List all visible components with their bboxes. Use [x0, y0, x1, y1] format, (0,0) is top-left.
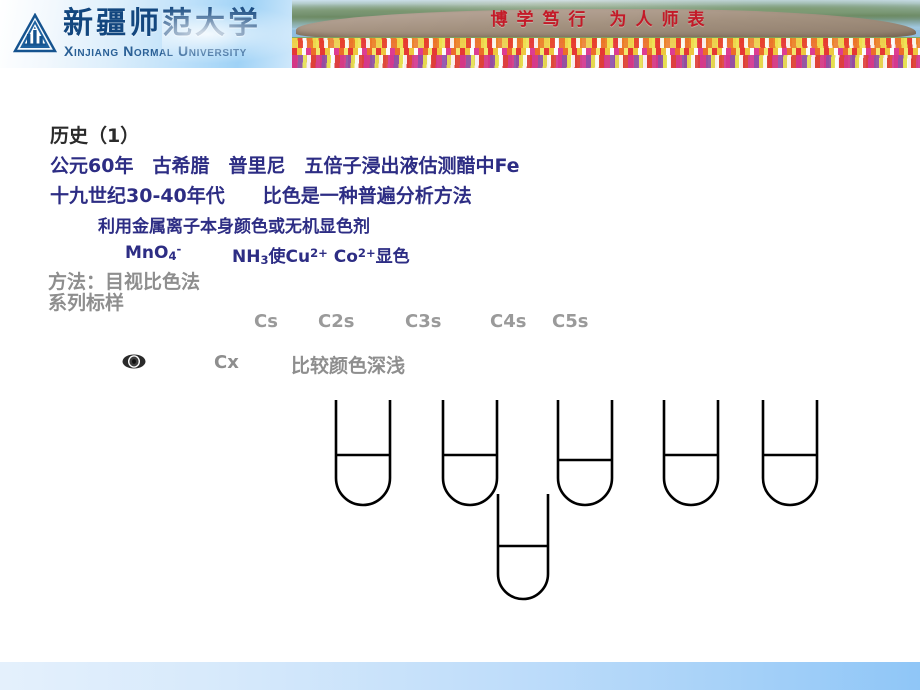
formula-suffix-text: 显色: [375, 247, 410, 267]
university-name-english: Xinjiang Normal University: [64, 43, 247, 59]
formula-nh3-sub: 3: [260, 253, 269, 268]
formula-co-prefix: Co: [327, 247, 358, 267]
slide-header-banner: 新疆师范大学 Xinjiang Normal University 博学笃行 为…: [0, 0, 920, 68]
formula-permanganate-prefix: MnO: [125, 242, 169, 263]
slide-title: 历史（1）: [50, 125, 140, 147]
formula-mid-text: 使Cu: [268, 247, 311, 267]
formula-cu-charge: 2+: [310, 246, 328, 261]
slide-footer-bar: [0, 662, 920, 690]
standard-label-3: C3s: [405, 311, 442, 332]
history-line-19th-century: 十九世纪30-40年代 比色是一种普遍分析方法: [50, 185, 472, 207]
standard-label-4: C4s: [490, 311, 527, 332]
header-campus-photo: 博学笃行 为人师表: [292, 0, 920, 68]
history-line-ancient: 公元60年 古希腊 普里尼 五倍子浸出液估测醋中Fe: [50, 155, 520, 177]
formula-ammonia-complex: NH3使Cu2+ Co2+显色: [232, 242, 410, 267]
formula-co-charge: 2+: [357, 246, 376, 261]
header-branding-panel: 新疆师范大学 Xinjiang Normal University: [0, 0, 312, 68]
photo-flower-beds: [292, 38, 920, 68]
eye-icon: [122, 354, 146, 369]
formula-permanganate-charge: -: [176, 242, 182, 256]
formula-permanganate: MnO4-: [125, 242, 181, 263]
university-name-chinese: 新疆师范大学: [63, 6, 261, 41]
standard-label-1: Cs: [254, 311, 278, 332]
formula-permanganate-sub: 4: [168, 248, 177, 263]
formula-nh3-prefix: NH: [232, 247, 261, 267]
compare-color-label: 比较颜色深浅: [291, 355, 406, 377]
slide-content-area: 历史（1） 公元60年 古希腊 普里尼 五倍子浸出液估测醋中Fe 十九世纪30-…: [0, 68, 920, 662]
principle-line: 利用金属离子本身颜色或无机显色剂: [98, 217, 370, 237]
sample-label-cx: Cx: [214, 352, 239, 373]
university-triangle-mountain-logo-icon: [13, 13, 57, 53]
standard-label-2: C2s: [318, 311, 355, 332]
standard-label-5: C5s: [552, 311, 589, 332]
series-standard-label: 系列标样: [48, 292, 125, 314]
photo-stone-calligraphy: 博学笃行 为人师表: [490, 10, 714, 30]
